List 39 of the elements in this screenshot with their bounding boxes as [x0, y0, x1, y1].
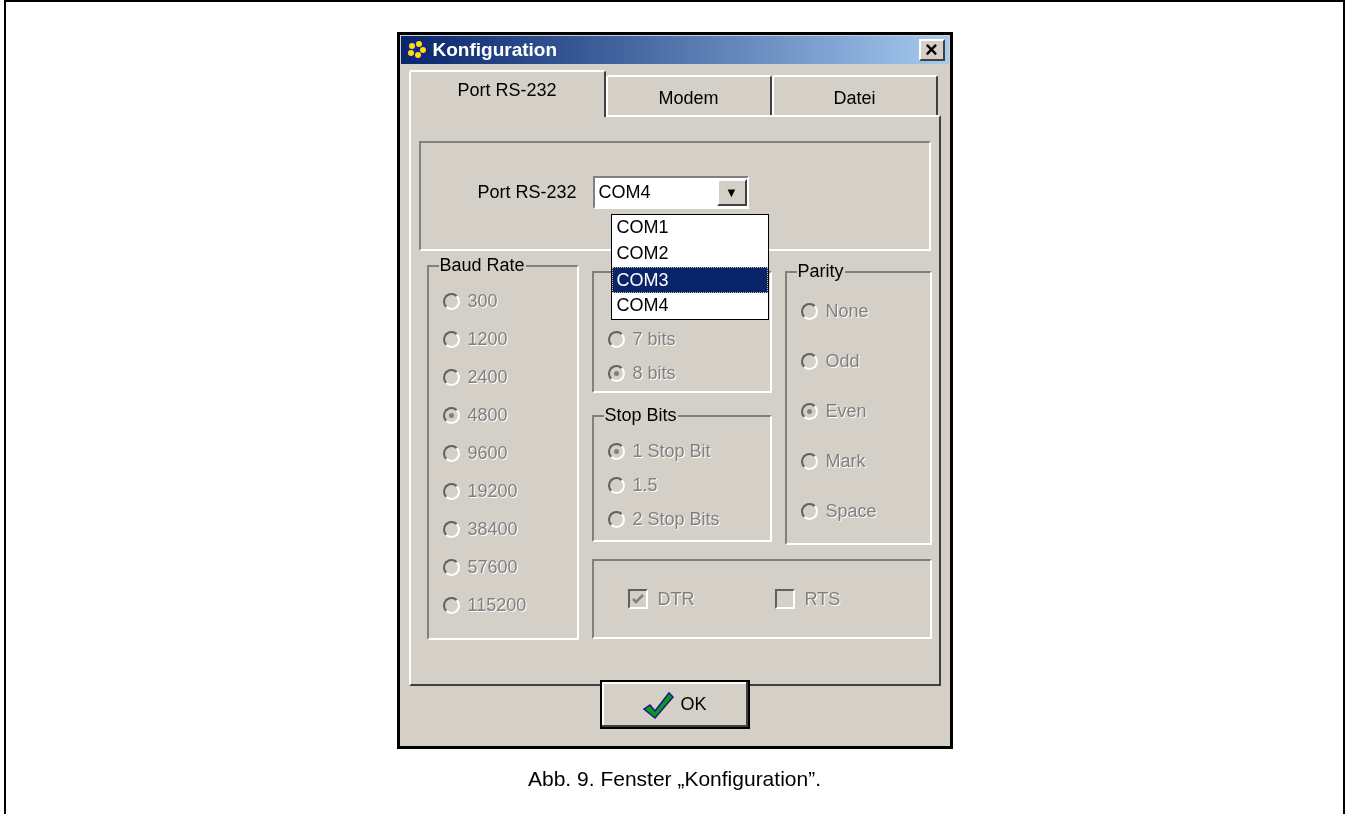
radio-label: Mark: [825, 449, 866, 473]
dropdown-option[interactable]: COM4: [611, 293, 768, 319]
radio-label: 115200: [467, 593, 527, 617]
port-combobox[interactable]: COM4 ▼: [592, 176, 749, 209]
radio-label: 7 bits: [632, 327, 676, 351]
dropdown-option[interactable]: COM2: [611, 241, 768, 267]
dropdown-button[interactable]: ▼: [716, 179, 747, 206]
radio-label: None: [825, 299, 869, 323]
port-label: Port RS-232: [477, 181, 577, 204]
radio-label: 1200: [467, 327, 508, 351]
tab[interactable]: Datei: [771, 75, 938, 115]
radio-label: 8 bits: [632, 361, 676, 385]
radio-label: 2 Stop Bits: [632, 507, 720, 531]
radio-label: 19200: [467, 479, 518, 503]
app-icon: [404, 39, 429, 61]
dropdown-option[interactable]: COM3: [611, 267, 768, 293]
radio-label: 4800: [467, 403, 508, 427]
radio-label: Even: [825, 399, 867, 423]
combobox-value: COM4: [598, 181, 652, 204]
radio-label: 57600: [467, 555, 518, 579]
window-title: Konfiguration: [432, 37, 559, 62]
radio-label: 1.5: [632, 473, 658, 497]
checkmark-icon: [631, 594, 644, 604]
checkbox-label: DTR: [657, 587, 695, 611]
checkmark-icon: [642, 690, 675, 719]
radio-label: 300: [467, 289, 498, 313]
ok-button[interactable]: OK: [599, 680, 750, 729]
dropdown-option[interactable]: COM1: [611, 215, 768, 241]
figure-caption: Abb. 9. Fenster „Konfiguration”.: [528, 766, 821, 792]
radio-label: Odd: [825, 349, 860, 373]
radio-label: Space: [825, 499, 877, 523]
radio-label: 2400: [467, 365, 508, 389]
radio-label: 38400: [467, 517, 518, 541]
radio-label: 9600: [467, 441, 508, 465]
checkbox-label: RTS: [804, 587, 841, 611]
tab[interactable]: Port RS-232: [408, 70, 606, 117]
tab[interactable]: Modem: [605, 75, 772, 115]
close-button[interactable]: ×: [918, 39, 945, 61]
radio-label: 1 Stop Bit: [632, 439, 711, 463]
